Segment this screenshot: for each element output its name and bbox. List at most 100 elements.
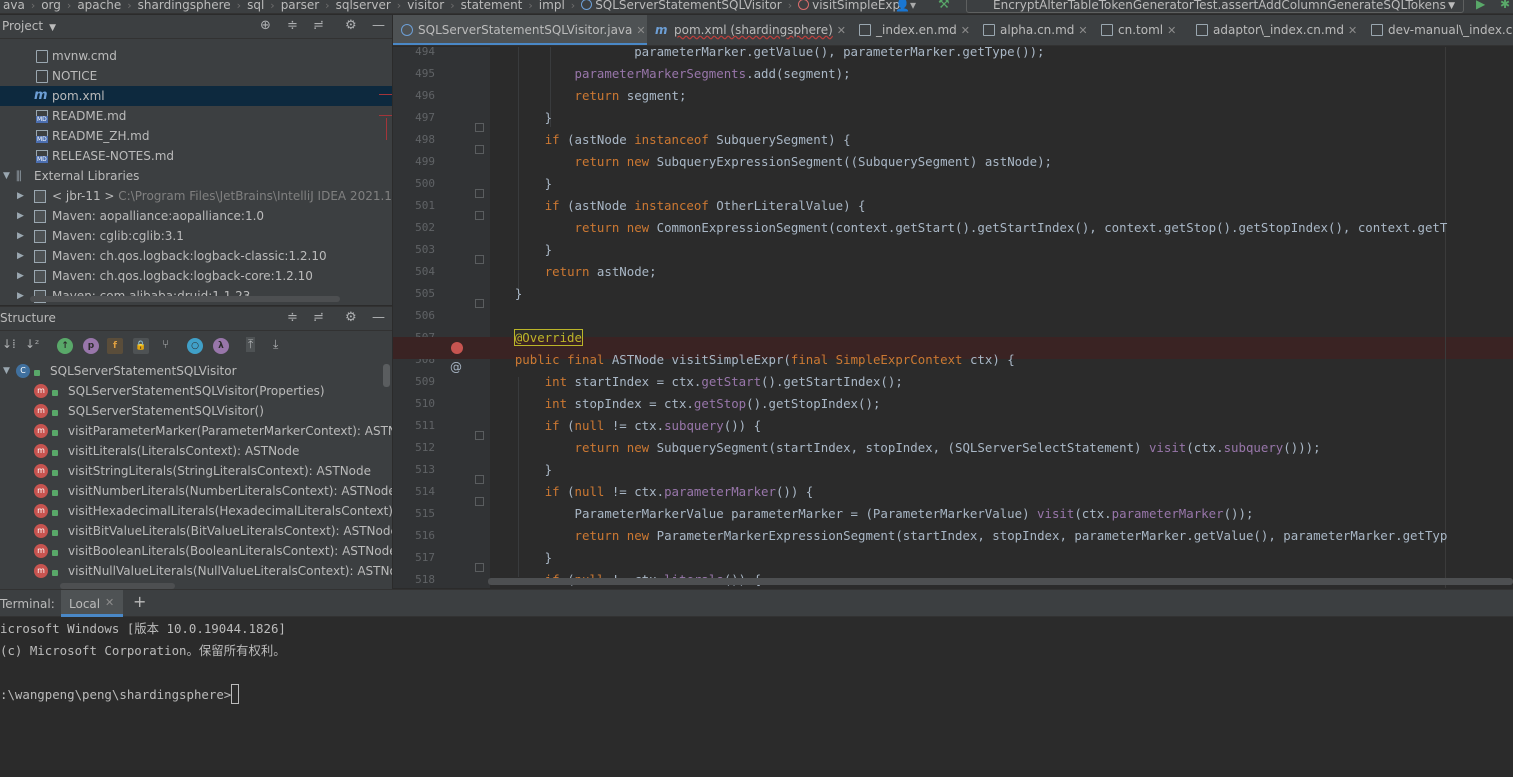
breadcrumb-item[interactable]: impl — [536, 0, 568, 12]
editor-tab[interactable]: m pom.xml (shardingsphere) ✕ — [649, 15, 852, 45]
chevron-right-icon[interactable]: ▶ — [17, 186, 24, 206]
breadcrumb-item[interactable]: sqlserver — [333, 0, 394, 12]
chevron-down-icon[interactable]: ▼ — [3, 361, 10, 381]
fold-icon[interactable] — [475, 497, 484, 506]
lambda-icon[interactable]: λ — [213, 338, 229, 354]
tree-item[interactable]: ▶ Maven: cglib:cglib:3.1 — [0, 226, 392, 246]
user-icon[interactable]: 👤▾ — [895, 0, 916, 12]
tree-item[interactable]: NOTICE — [0, 66, 392, 86]
breadcrumb-method[interactable]: visitSimpleExpr — [795, 0, 908, 12]
chevron-down-icon[interactable]: ▼ — [3, 166, 10, 186]
autoscroll-from-source-icon[interactable]: ⤓ — [273, 337, 278, 352]
editor-tab[interactable]: cn.toml ✕ — [1093, 15, 1182, 45]
structure-member[interactable]: m SQLServerStatementSQLVisitor(Propertie… — [0, 381, 392, 401]
tree-item[interactable]: RELEASE-NOTES.md — [0, 146, 392, 166]
close-icon[interactable]: ✕ — [837, 24, 846, 37]
horizontal-scrollbar[interactable] — [488, 578, 1513, 585]
tree-item[interactable]: ▶ Maven: aopalliance:aopalliance:1.0 — [0, 206, 392, 226]
tree-item[interactable]: ▶ Maven: ch.qos.logback:logback-classic:… — [0, 246, 392, 266]
horizontal-scrollbar[interactable] — [30, 296, 340, 302]
show-lambdas-icon[interactable]: ○ — [187, 338, 203, 354]
tree-item[interactable]: ▶ < jbr-11 > C:\Program Files\JetBrains\… — [0, 186, 392, 206]
tree-item[interactable]: README.md — [0, 106, 392, 126]
breadcrumb-item[interactable]: ava — [0, 0, 28, 12]
sort-by-visibility-icon[interactable]: ↓⁞ — [2, 337, 16, 351]
override-icon[interactable]: @ — [450, 360, 462, 374]
vertical-scrollbar[interactable] — [383, 364, 390, 387]
tree-item-selected[interactable]: m pom.xml — [0, 86, 392, 106]
add-terminal-icon[interactable]: + — [133, 592, 146, 611]
sort-alphabetically-icon[interactable]: ↓ᶻ — [25, 337, 39, 351]
structure-member[interactable]: m visitHexadecimalLiterals(HexadecimalLi… — [0, 501, 392, 521]
structure-member[interactable]: m SQLServerStatementSQLVisitor() — [0, 401, 392, 421]
structure-member[interactable]: m visitNullValueLiterals(NullValueLitera… — [0, 561, 392, 581]
close-icon[interactable]: ✕ — [1078, 24, 1087, 37]
fold-icon[interactable] — [475, 431, 484, 440]
tree-item[interactable]: ▶ Maven: ch.qos.logback:logback-core:1.2… — [0, 266, 392, 286]
breadcrumb-item[interactable]: apache — [74, 0, 124, 12]
close-icon[interactable]: ✕ — [105, 596, 114, 609]
editor-tab-active[interactable]: SQLServerStatementSQLVisitor.java ✕ — [393, 15, 647, 45]
run-configuration-select[interactable]: EncryptAlterTableTokenGeneratorTest.asse… — [966, 0, 1464, 13]
locate-icon[interactable]: ⊕ — [260, 18, 271, 33]
project-panel-title[interactable]: Project ▼ — [2, 19, 56, 33]
breadcrumb-item[interactable]: statement — [458, 0, 526, 12]
show-fields-icon[interactable]: f — [107, 338, 123, 354]
run-icon[interactable]: ▶ — [1476, 0, 1485, 11]
chevron-right-icon[interactable]: ▶ — [17, 286, 24, 304]
structure-member[interactable]: m visitBooleanLiterals(BooleanLiteralsCo… — [0, 541, 392, 561]
fold-icon[interactable] — [475, 145, 484, 154]
build-icon[interactable]: ⚒ — [938, 0, 950, 12]
fold-icon[interactable] — [475, 211, 484, 220]
close-icon[interactable]: ✕ — [1167, 24, 1176, 37]
breadcrumb-item[interactable]: org — [38, 0, 64, 12]
collapse-all-icon[interactable]: ≓ — [313, 18, 324, 33]
fold-icon[interactable] — [475, 123, 484, 132]
minimize-icon[interactable]: — — [372, 18, 385, 33]
fold-icon[interactable] — [475, 189, 484, 198]
breadcrumb-item[interactable]: parser — [278, 0, 322, 12]
breadcrumb-class[interactable]: SQLServerStatementSQLVisitor — [578, 0, 785, 12]
show-non-public-icon[interactable]: 🔒 — [133, 338, 149, 354]
structure-member[interactable]: m visitNumberLiterals(NumberLiteralsCont… — [0, 481, 392, 501]
gear-icon[interactable]: ⚙ — [345, 18, 357, 33]
tree-item[interactable]: README_ZH.md — [0, 126, 392, 146]
structure-member[interactable]: m visitStringLiterals(StringLiteralsCont… — [0, 461, 392, 481]
terminal-tab-local[interactable]: Local ✕ — [61, 590, 123, 617]
fold-icon[interactable] — [475, 255, 484, 264]
structure-member[interactable]: m visitLiterals(LiteralsContext): ASTNod… — [0, 441, 392, 461]
terminal-prompt[interactable]: :\wangpeng\peng\shardingsphere> — [0, 684, 240, 706]
close-icon[interactable]: ✕ — [1348, 24, 1357, 37]
show-properties-icon[interactable]: p — [83, 338, 99, 354]
tree-item[interactable]: ▼ ⫼ External Libraries — [0, 166, 392, 186]
expand-all-icon[interactable]: ≑ — [287, 310, 298, 325]
editor-tab[interactable]: dev-manual\_index.cn — [1363, 15, 1513, 45]
code-editor[interactable]: 494 495 496 497 498 499 500 501 502 503 504 505 506 5… — [393, 47, 1513, 588]
chevron-right-icon[interactable]: ▶ — [17, 246, 24, 266]
breakpoint-icon[interactable] — [451, 342, 463, 354]
structure-member[interactable]: m visitParameterMarker(ParameterMarkerCo… — [0, 421, 392, 441]
chevron-right-icon[interactable]: ▶ — [17, 226, 24, 246]
close-icon[interactable]: ✕ — [636, 24, 645, 37]
breadcrumb-item[interactable]: visitor — [404, 0, 447, 12]
close-icon[interactable]: ✕ — [961, 24, 970, 37]
show-anonymous-icon[interactable]: ⑂ — [162, 337, 169, 351]
editor-tab[interactable]: _index.en.md ✕ — [851, 15, 976, 45]
chevron-right-icon[interactable]: ▶ — [17, 206, 24, 226]
gear-icon[interactable]: ⚙ — [345, 310, 357, 325]
minimize-icon[interactable]: — — [372, 310, 385, 325]
editor-tab[interactable]: alpha.cn.md ✕ — [975, 15, 1094, 45]
tree-item[interactable]: mvnw.cmd — [0, 46, 392, 66]
structure-root[interactable]: ▼ C SQLServerStatementSQLVisitor — [0, 361, 392, 381]
show-inherited-icon[interactable]: ↑ — [57, 338, 73, 354]
expand-all-icon[interactable]: ≑ — [287, 18, 298, 33]
editor-tab[interactable]: adaptor\_index.cn.md ✕ — [1188, 15, 1363, 45]
collapse-all-icon[interactable]: ≓ — [313, 310, 324, 325]
fold-icon[interactable] — [475, 299, 484, 308]
breadcrumb-item[interactable]: shardingsphere — [135, 0, 234, 12]
fold-icon[interactable] — [475, 475, 484, 484]
breadcrumb-item[interactable]: sql — [244, 0, 267, 12]
structure-member[interactable]: m visitBitValueLiterals(BitValueLiterals… — [0, 521, 392, 541]
fold-icon[interactable] — [475, 563, 484, 572]
chevron-right-icon[interactable]: ▶ — [17, 266, 24, 286]
